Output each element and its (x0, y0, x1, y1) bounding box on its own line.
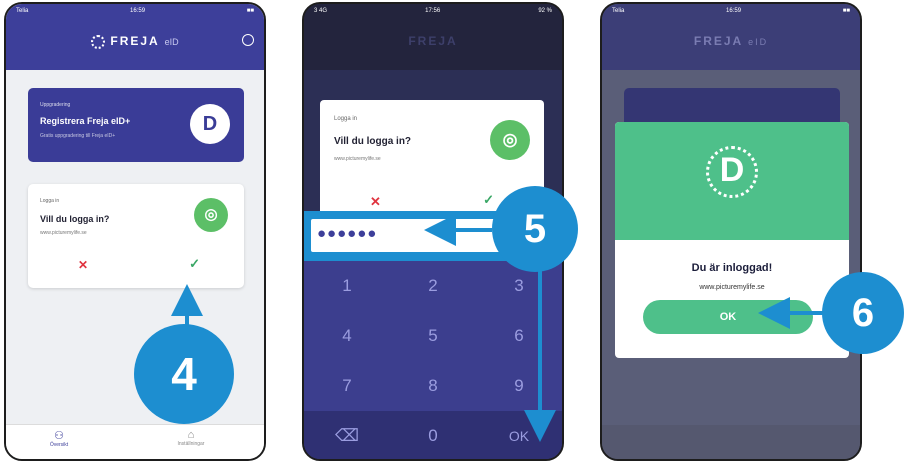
step-6-badge: 6 (822, 272, 904, 354)
annotation-arrows (171, 214, 824, 442)
step-5-badge: 5 (492, 186, 578, 272)
step-4-badge: 4 (134, 324, 234, 424)
